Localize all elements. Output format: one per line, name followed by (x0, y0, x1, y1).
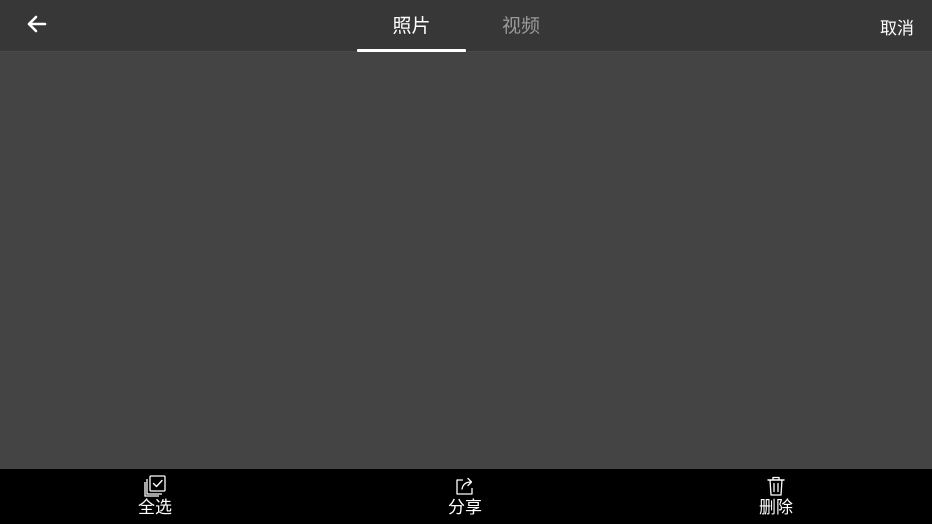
delete-button[interactable]: 删除 (716, 469, 836, 524)
tab-photos[interactable]: 照片 (357, 0, 466, 52)
select-all-button[interactable]: 全选 (95, 469, 215, 524)
delete-label: 删除 (759, 498, 793, 518)
share-label: 分享 (448, 498, 482, 518)
tab-videos[interactable]: 视频 (480, 0, 562, 52)
back-button[interactable] (22, 12, 50, 40)
share-icon (453, 474, 477, 498)
album-edit-screen: 照片 视频 取消 全选 分享 删除 (0, 0, 932, 524)
bottom-toolbar: 全选 分享 删除 (0, 469, 932, 524)
media-grid-area (0, 52, 932, 469)
tab-photos-label: 照片 (392, 14, 431, 37)
trash-icon (764, 474, 788, 498)
select-all-icon (143, 474, 167, 498)
tab-videos-label: 视频 (501, 14, 540, 37)
select-all-label: 全选 (138, 498, 172, 518)
cancel-button[interactable]: 取消 (880, 14, 914, 39)
arrow-left-icon (25, 14, 47, 38)
top-bar: 照片 视频 取消 (0, 0, 932, 52)
share-button[interactable]: 分享 (405, 469, 525, 524)
